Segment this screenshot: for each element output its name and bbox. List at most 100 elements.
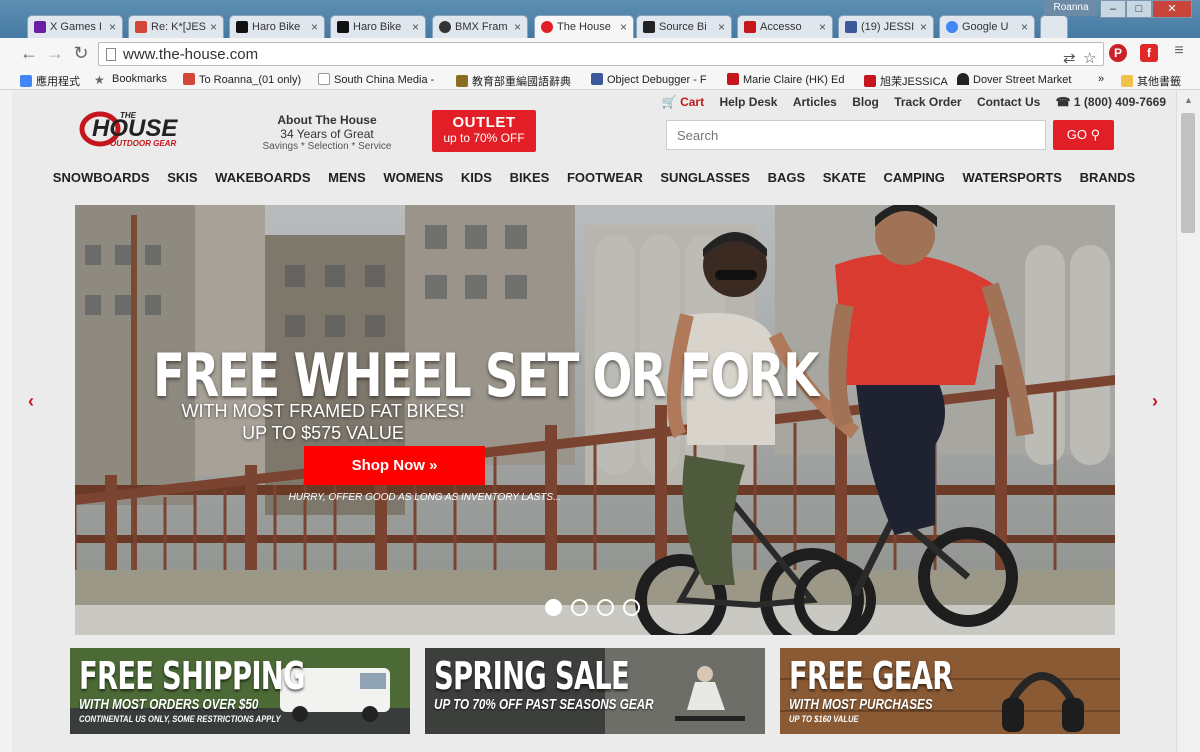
forward-icon[interactable]: → bbox=[44, 43, 66, 64]
menu-icon[interactable]: ≡ bbox=[1168, 42, 1190, 60]
help-desk-link[interactable]: Help Desk bbox=[719, 95, 777, 109]
nav-wakeboards[interactable]: WAKEBOARDS bbox=[215, 169, 310, 187]
page-scrollbar[interactable]: ▲ bbox=[1176, 91, 1200, 752]
shop-now-button[interactable]: Shop Now » bbox=[304, 446, 485, 485]
outlet-button[interactable]: OUTLET up to 70% OFF bbox=[432, 110, 536, 152]
bookmark-to-roanna[interactable]: To Roanna_(01 only) bbox=[183, 73, 301, 86]
track-order-link[interactable]: Track Order bbox=[894, 95, 961, 109]
carousel-dot-4[interactable] bbox=[623, 599, 640, 616]
nav-mens[interactable]: MENS bbox=[328, 169, 366, 187]
bookmark-bookmarks[interactable]: ★ Bookmarks bbox=[94, 73, 167, 87]
promo-subtitle: UP TO 70% OFF PAST SEASONS GEAR bbox=[434, 696, 654, 713]
url-text: www.the-house.com bbox=[123, 46, 259, 63]
promo-spring-sale[interactable]: SPRING SALE UP TO 70% OFF PAST SEASONS G… bbox=[425, 648, 765, 734]
back-icon[interactable]: ← bbox=[18, 43, 40, 64]
close-tab-icon[interactable]: × bbox=[1021, 20, 1028, 34]
tab-0[interactable]: X Games I × bbox=[27, 15, 123, 38]
close-tab-icon[interactable]: × bbox=[819, 20, 826, 34]
close-tab-icon[interactable]: × bbox=[210, 20, 217, 34]
more-bookmarks-chevron-icon[interactable]: » bbox=[1098, 73, 1104, 85]
nav-sunglasses[interactable]: SUNGLASSES bbox=[660, 169, 750, 187]
pinterest-icon[interactable]: P bbox=[1109, 44, 1127, 62]
scrollbar-thumb[interactable] bbox=[1181, 113, 1195, 233]
nav-skate[interactable]: SKATE bbox=[823, 169, 866, 187]
promo-free-shipping[interactable]: FREE SHIPPING WITH MOST ORDERS OVER $50 … bbox=[70, 648, 410, 734]
logo-sub-text: OUTDOOR GEAR bbox=[110, 139, 176, 148]
about-line2: 34 Years of Great bbox=[280, 127, 374, 141]
bookmark-object-debugger[interactable]: Object Debugger - F bbox=[591, 73, 707, 86]
carousel-next-arrow-icon[interactable]: › bbox=[1152, 391, 1158, 412]
tab-9[interactable]: Google U × bbox=[939, 15, 1035, 38]
tab-active-the-house[interactable]: The House × bbox=[534, 15, 634, 39]
yahoo-favicon-icon bbox=[34, 21, 46, 33]
minimize-button[interactable]: – bbox=[1100, 0, 1126, 18]
outlet-subtitle: up to 70% OFF bbox=[443, 131, 525, 145]
tab-3[interactable]: Haro Bike × bbox=[330, 15, 426, 38]
maximize-button[interactable]: □ bbox=[1126, 0, 1152, 18]
close-window-button[interactable]: ✕ bbox=[1152, 0, 1192, 18]
nav-kids[interactable]: KIDS bbox=[461, 169, 492, 187]
promo-note: UP TO $160 VALUE bbox=[789, 714, 859, 724]
close-tab-icon[interactable]: × bbox=[920, 20, 927, 34]
nav-bikes[interactable]: BIKES bbox=[510, 169, 550, 187]
tab-2[interactable]: Haro Bike × bbox=[229, 15, 325, 38]
carousel-prev-arrow-icon[interactable]: ‹ bbox=[28, 391, 34, 412]
hero-carousel[interactable]: FREE WHEEL SET OR FORK WITH MOST FRAMED … bbox=[75, 205, 1115, 635]
carousel-dots bbox=[545, 599, 649, 621]
close-tab-icon[interactable]: × bbox=[718, 20, 725, 34]
close-tab-icon[interactable]: × bbox=[412, 20, 419, 34]
carousel-dot-3[interactable] bbox=[597, 599, 614, 616]
bookmark-jessica[interactable]: 旭茉JESSICA bbox=[864, 73, 948, 89]
facebook-favicon-icon bbox=[845, 21, 857, 33]
the-house-logo[interactable]: THE HOUSE OUTDOOR GEAR bbox=[78, 105, 210, 151]
hero-subtitle-1: WITH MOST FRAMED FAT BIKES! bbox=[181, 401, 465, 421]
reload-icon[interactable]: ↻ bbox=[70, 43, 92, 64]
page-icon bbox=[318, 73, 330, 85]
close-tab-icon[interactable]: × bbox=[620, 20, 627, 34]
scroll-up-arrow-icon[interactable]: ▲ bbox=[1184, 95, 1193, 105]
search-input[interactable] bbox=[666, 120, 1046, 150]
tab-1[interactable]: Re: K*[JES × bbox=[128, 15, 224, 38]
tab-6[interactable]: Source Bi × bbox=[636, 15, 732, 38]
articles-link[interactable]: Articles bbox=[793, 95, 837, 109]
bookmark-star-icon[interactable]: ☆ bbox=[1083, 49, 1096, 67]
profile-button[interactable]: Roanna bbox=[1044, 0, 1098, 16]
bookmark-scm[interactable]: South China Media - bbox=[318, 73, 434, 86]
promo-free-gear[interactable]: FREE GEAR WITH MOST PURCHASES UP TO $160… bbox=[780, 648, 1120, 734]
about-the-house[interactable]: About The House 34 Years of Great Saving… bbox=[252, 113, 402, 152]
cart-link[interactable]: 🛒 Cart bbox=[662, 95, 704, 109]
folder-icon bbox=[1121, 75, 1133, 87]
search-go-button[interactable]: GO ⚲ bbox=[1053, 120, 1114, 150]
other-bookmarks[interactable]: 其他書籤 bbox=[1121, 73, 1181, 89]
bookmark-dictionary[interactable]: 教育部重編國語辭典 bbox=[456, 73, 571, 89]
logo-main-text: HOUSE bbox=[92, 115, 178, 142]
tab-4[interactable]: BMX Fram × bbox=[432, 15, 528, 38]
nav-womens[interactable]: WOMENS bbox=[383, 169, 443, 187]
blog-link[interactable]: Blog bbox=[852, 95, 879, 109]
tab-7[interactable]: Accesso × bbox=[737, 15, 833, 38]
flipboard-icon[interactable]: f bbox=[1140, 44, 1158, 62]
nav-footwear[interactable]: FOOTWEAR bbox=[567, 169, 643, 187]
contact-us-link[interactable]: Contact Us bbox=[977, 95, 1040, 109]
nav-skis[interactable]: SKIS bbox=[167, 169, 197, 187]
bookmark-dover-street[interactable]: Dover Street Market bbox=[957, 73, 1071, 86]
carousel-dot-2[interactable] bbox=[571, 599, 588, 616]
bookmark-apps[interactable]: 應用程式 bbox=[20, 73, 80, 89]
nav-camping[interactable]: CAMPING bbox=[884, 169, 945, 187]
bookmark-marie-claire[interactable]: Marie Claire (HK) Ed bbox=[727, 73, 844, 86]
nav-bags[interactable]: BAGS bbox=[768, 169, 806, 187]
new-tab-button[interactable] bbox=[1040, 15, 1068, 38]
close-tab-icon[interactable]: × bbox=[311, 20, 318, 34]
tab-8[interactable]: (19) JESSI × bbox=[838, 15, 934, 38]
address-bar[interactable]: www.the-house.com ⇄ ☆ bbox=[98, 42, 1104, 67]
promo-title: FREE SHIPPING bbox=[79, 654, 305, 698]
translate-icon[interactable]: ⇄ bbox=[1063, 49, 1076, 67]
search-icon: ⚲ bbox=[1090, 127, 1101, 142]
close-tab-icon[interactable]: × bbox=[514, 20, 521, 34]
close-tab-icon[interactable]: × bbox=[109, 20, 116, 34]
nav-snowboards[interactable]: SNOWBOARDS bbox=[53, 169, 150, 187]
nav-watersports[interactable]: WATERSPORTS bbox=[963, 169, 1062, 187]
nav-brands[interactable]: BRANDS bbox=[1080, 169, 1136, 187]
cart-icon: 🛒 bbox=[661, 95, 677, 109]
carousel-dot-1[interactable] bbox=[545, 599, 562, 616]
